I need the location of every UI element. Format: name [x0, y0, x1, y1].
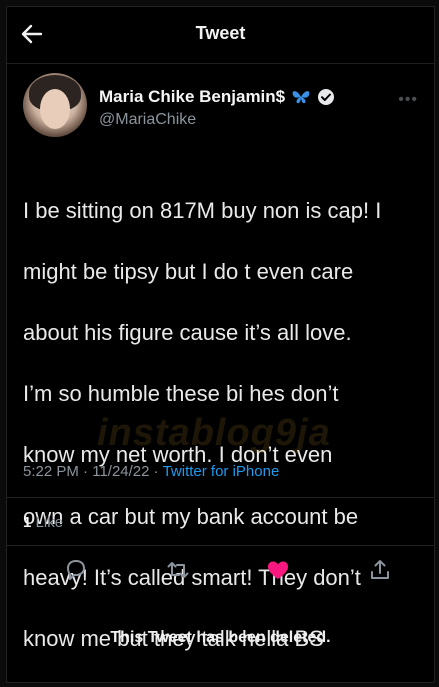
author-display-name: Maria Chike Benjamin$: [99, 87, 286, 106]
tweet-line: I’m so humble these bi hes don’t: [23, 381, 339, 407]
deleted-notice: This Tweet has been deleted.: [110, 629, 331, 646]
tweet-date: 11/24/22: [92, 463, 150, 480]
like-button[interactable]: [265, 557, 291, 583]
page-title: Tweet: [195, 23, 246, 43]
separator-dot: ·: [83, 463, 89, 480]
reply-button[interactable]: [63, 557, 89, 583]
retweet-icon: [167, 562, 189, 578]
tweet-meta: 5:22 PM · 11/24/22 · Twitter for iPhone: [23, 463, 279, 480]
share-button[interactable]: [367, 557, 393, 583]
action-bar: [7, 557, 434, 587]
likes-stat[interactable]: 1 Like: [23, 514, 63, 531]
share-icon: [371, 560, 389, 579]
tweet-screen: Tweet Maria Chike Benjamin$ @MariaChike …: [6, 6, 435, 683]
tweet-line: might be tipsy but I do t even care: [23, 258, 354, 284]
tweet-source-link[interactable]: Twitter for iPhone: [163, 463, 280, 480]
retweet-button[interactable]: [165, 557, 191, 583]
likes-count: 1: [23, 514, 32, 531]
tweet-line: about his figure cause it’s all love.: [23, 319, 352, 345]
butterfly-icon: [292, 91, 310, 104]
author-name-row[interactable]: Maria Chike Benjamin$: [99, 87, 335, 107]
likes-label: Like: [35, 514, 64, 531]
author-username[interactable]: @MariaChike: [99, 111, 196, 129]
divider: [7, 497, 434, 498]
reply-icon: [67, 560, 85, 580]
verified-badge-icon: [318, 89, 335, 105]
divider: [7, 545, 434, 546]
top-bar: Tweet: [7, 7, 434, 64]
heart-icon: [268, 561, 288, 579]
tweet-line: I be sitting on 817M buy non is cap! I: [23, 197, 382, 223]
tweet-text: I be sitting on 817M buy non is cap! I m…: [23, 165, 423, 685]
tweet-time: 5:22 PM: [23, 463, 79, 480]
tweet-line: own a car but my bank account be: [23, 503, 359, 529]
more-icon: •••: [398, 91, 418, 108]
more-options-button[interactable]: •••: [398, 91, 418, 109]
avatar[interactable]: [23, 73, 87, 137]
separator-dot: ·: [153, 463, 159, 480]
